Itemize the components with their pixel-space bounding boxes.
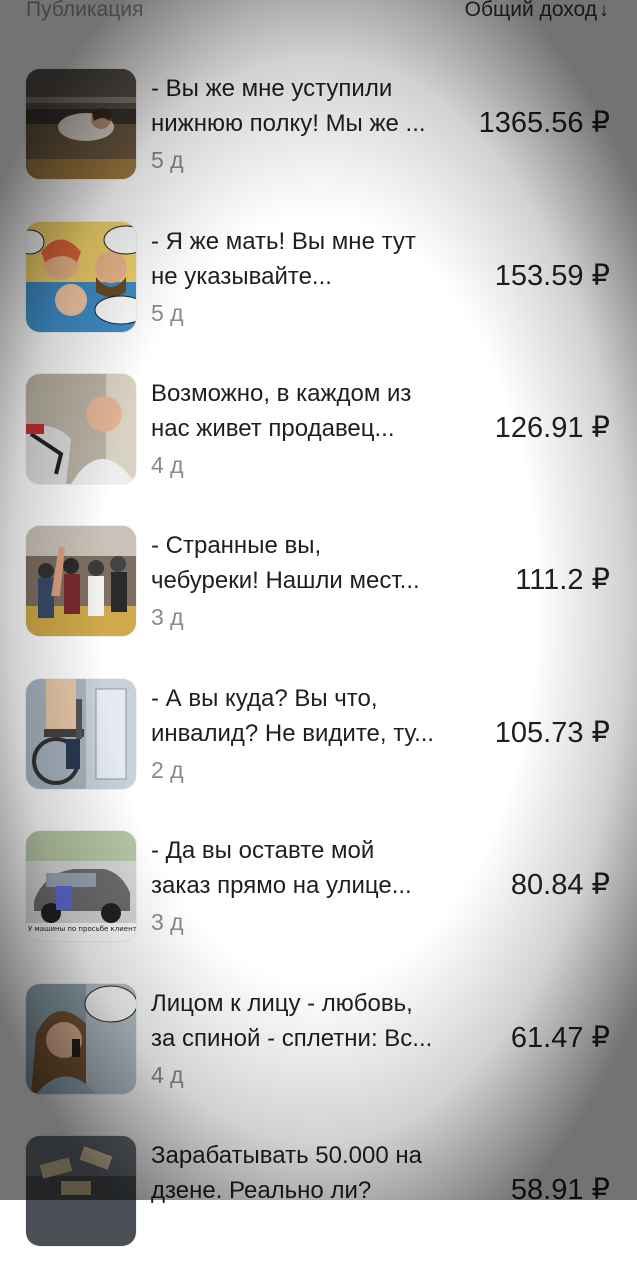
- thumb-money: [26, 1136, 136, 1246]
- income-column-label: Общий доход: [464, 0, 597, 21]
- publication-row[interactable]: У машины по просьбе клиента :D - Да вы о…: [0, 831, 637, 971]
- publication-age: 4 д: [151, 1062, 184, 1088]
- sort-by-income-button[interactable]: Общий доход ↓: [465, 0, 609, 22]
- publication-age: 5 д: [151, 147, 184, 173]
- publication-title[interactable]: - Да вы оставте мой заказ прямо на улице…: [151, 833, 469, 903]
- publication-title[interactable]: - Странные вы, чебуреки! Нашли мест...: [151, 528, 469, 598]
- publication-income: 61.47 ₽: [510, 1022, 610, 1054]
- publication-title[interactable]: Зарабатывать 50.000 на дзене. Реально ли…: [151, 1138, 469, 1208]
- publication-income: 58.91 ₽: [510, 1174, 610, 1206]
- publication-title[interactable]: Лицом к лицу - любовь, за спиной - сплет…: [151, 986, 469, 1056]
- publication-row[interactable]: - Странные вы, чебуреки! Нашли мест... 3…: [0, 526, 637, 666]
- publication-income: 153.59 ₽: [494, 260, 610, 292]
- arrow-down-icon: ↓: [599, 0, 609, 21]
- publication-row[interactable]: Зарабатывать 50.000 на дзене. Реально ли…: [0, 1136, 637, 1276]
- publication-title[interactable]: - Я же мать! Вы мне тут не указывайте...: [151, 224, 469, 294]
- publication-row[interactable]: - Я же мать! Вы мне тут не указывайте...…: [0, 222, 637, 362]
- thumb-car: У машины по просьбе клиента :D: [26, 831, 136, 941]
- thumb-crowd: [26, 526, 136, 636]
- publication-title[interactable]: - Вы же мне уступили нижнюю полку! Мы же…: [151, 71, 469, 141]
- publication-title[interactable]: Возможно, в каждом из нас живет продавец…: [151, 376, 469, 446]
- thumb-train-bunk: [26, 69, 136, 179]
- publication-title[interactable]: - А вы куда? Вы что, инвалид? Не видите,…: [151, 681, 469, 751]
- thumb-comic-mother: [26, 222, 136, 332]
- thumb-woman-phone: [26, 984, 136, 1094]
- publication-income: 80.84 ₽: [510, 869, 610, 901]
- thumb-man-selfie: [26, 374, 136, 484]
- thumb-caption: У машины по просьбе клиента :D: [28, 925, 136, 933]
- list-header: Публикация Общий доход ↓: [0, 0, 637, 28]
- publication-income: 111.2 ₽: [515, 564, 610, 596]
- publication-age: 4 д: [151, 452, 184, 478]
- publication-age: 3 д: [151, 909, 184, 935]
- publication-row[interactable]: Возможно, в каждом из нас живет продавец…: [0, 374, 637, 514]
- publication-income: 126.91 ₽: [494, 412, 610, 444]
- publication-income: 105.73 ₽: [494, 717, 610, 749]
- publication-income: 1365.56 ₽: [478, 107, 610, 139]
- publication-age: 2 д: [151, 757, 184, 783]
- publication-age: 3 д: [151, 604, 184, 630]
- thumb-wheelchair: [26, 679, 136, 789]
- publication-row[interactable]: - А вы куда? Вы что, инвалид? Не видите,…: [0, 679, 637, 819]
- publication-age: 5 д: [151, 300, 184, 326]
- publication-row[interactable]: Лицом к лицу - любовь, за спиной - сплет…: [0, 984, 637, 1124]
- publication-row[interactable]: - Вы же мне уступили нижнюю полку! Мы же…: [0, 69, 637, 209]
- publication-column-label: Публикация: [26, 0, 144, 21]
